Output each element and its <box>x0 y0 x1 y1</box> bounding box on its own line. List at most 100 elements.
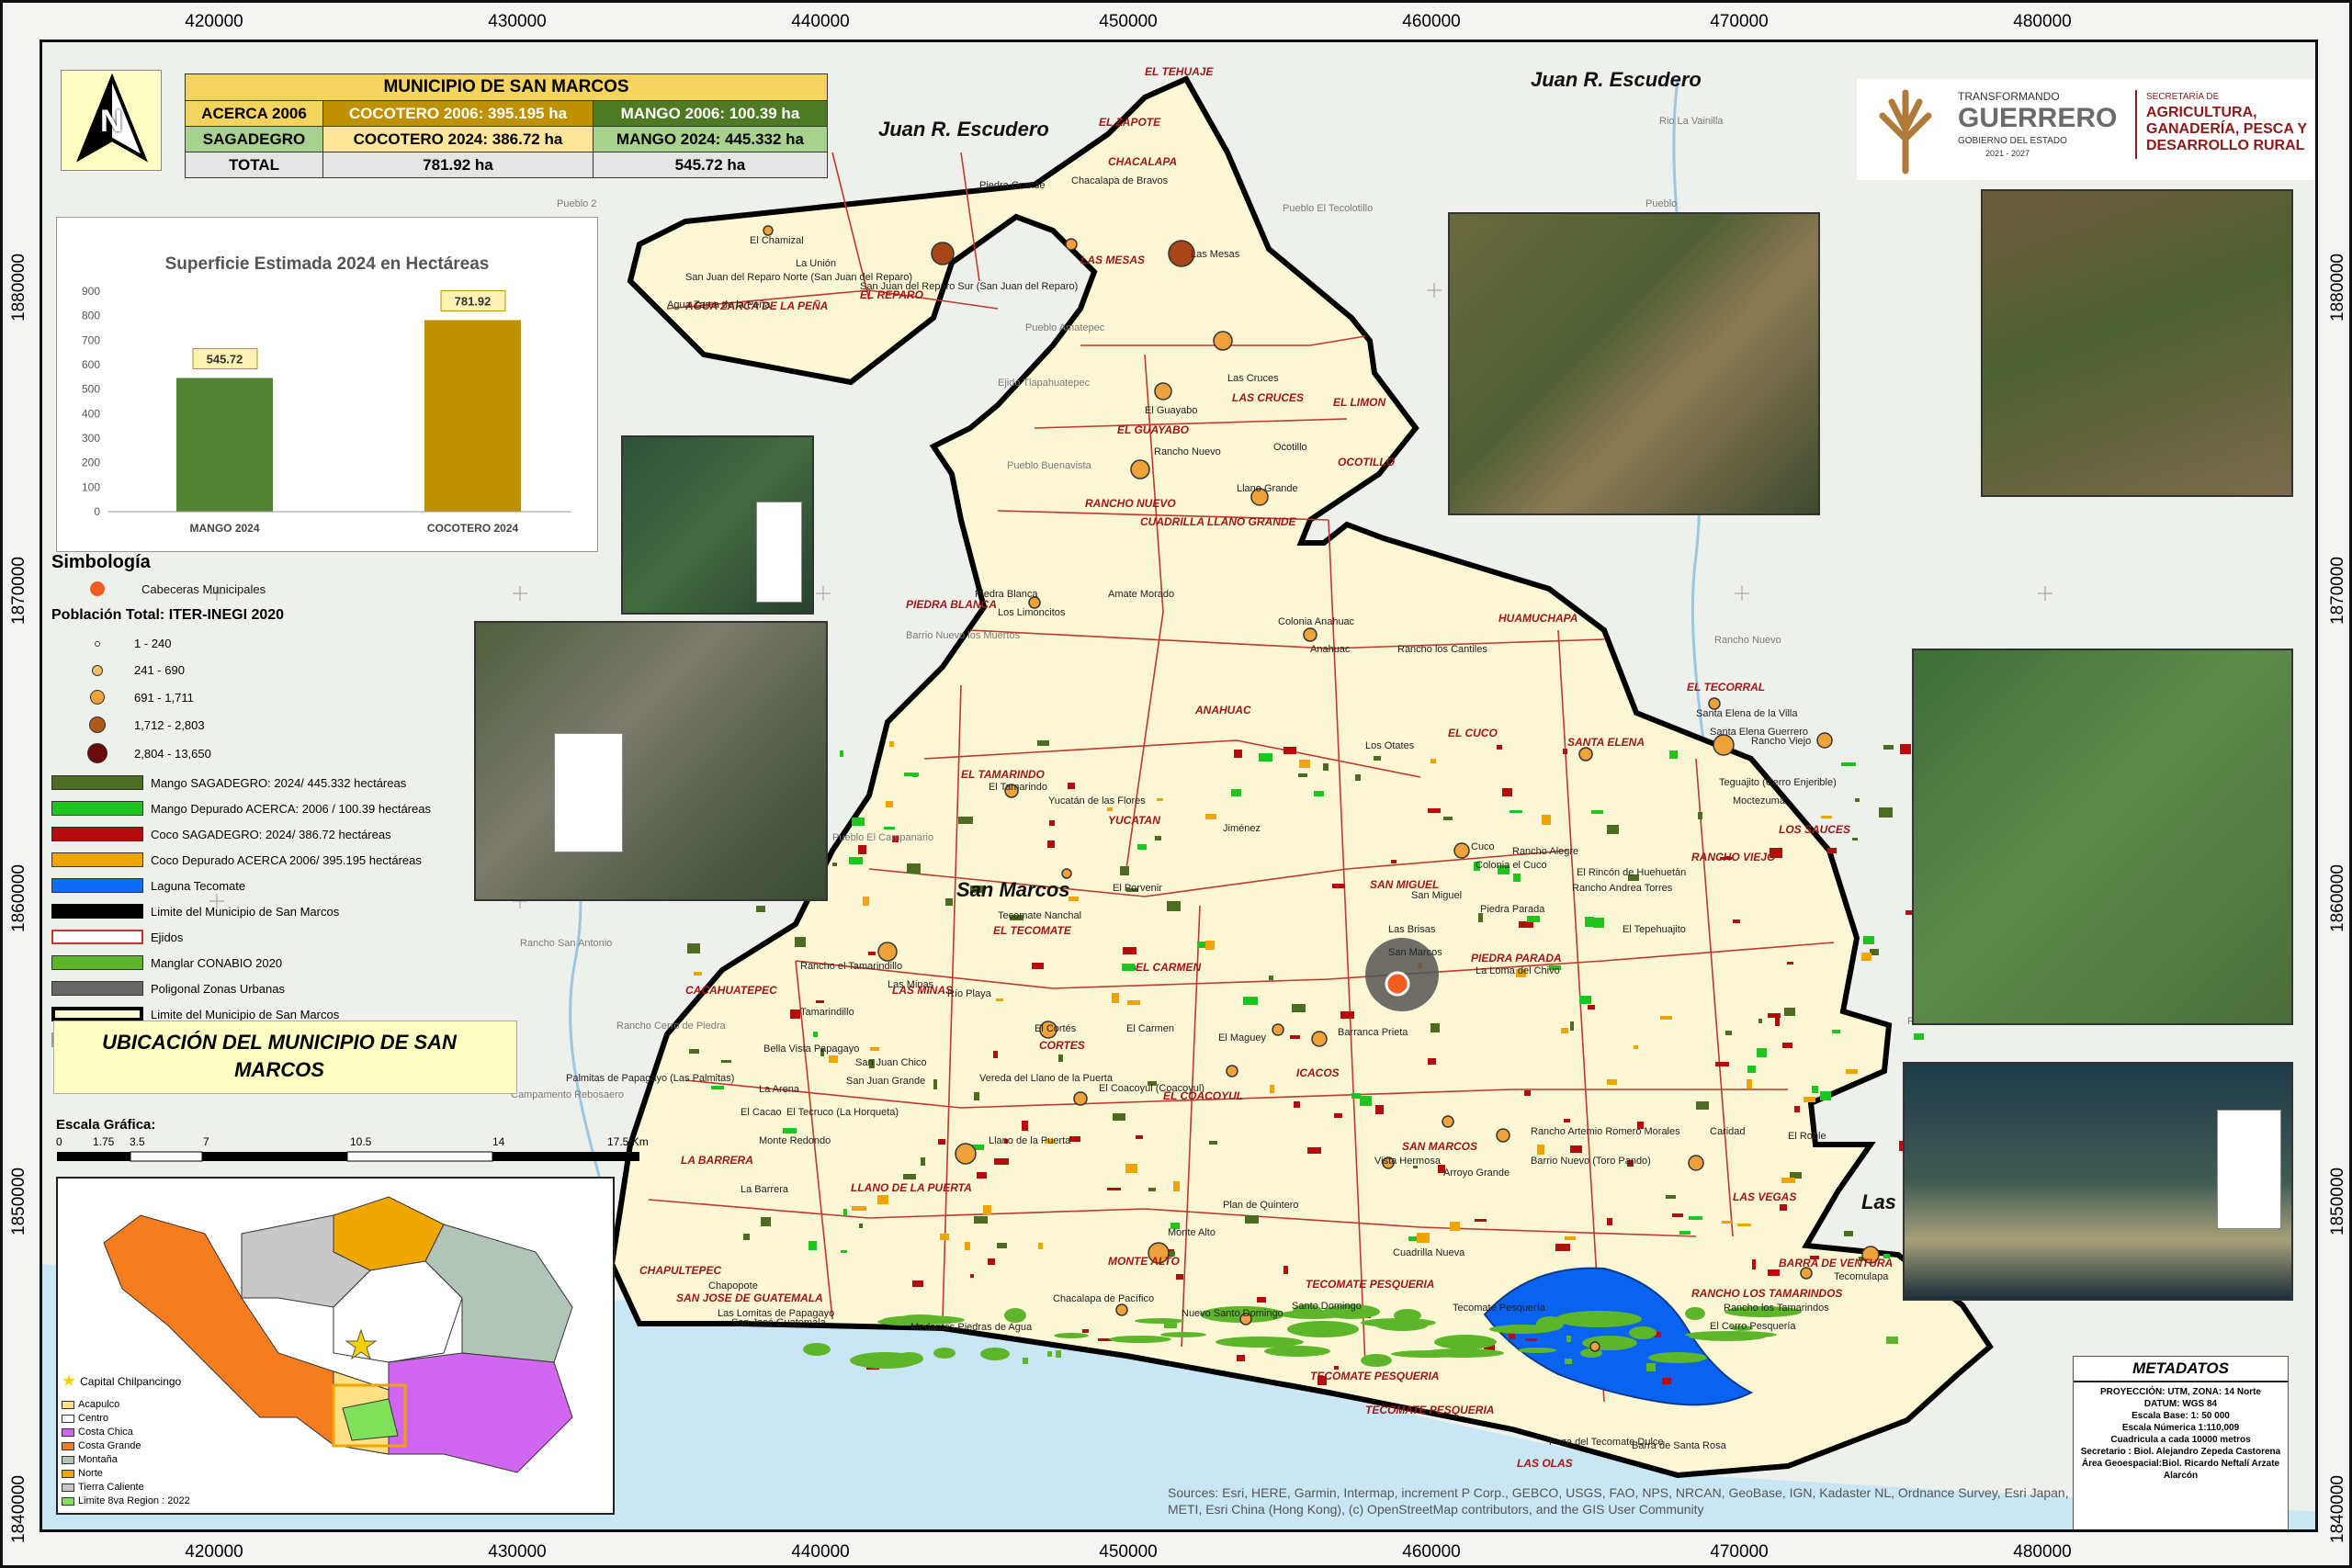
y-tick-label: 400 <box>82 407 100 420</box>
x-tick-label: 440000 <box>791 1542 850 1562</box>
legend-swatch <box>51 827 143 841</box>
ejido-label: EL LIMON <box>1333 396 1386 409</box>
legend-label: Mango Depurado ACERCA: 2006 / 100.39 hec… <box>151 801 431 816</box>
locality-marker <box>1115 1303 1128 1316</box>
metadata-line: Cuadricula a cada 10000 metros <box>2110 1435 2251 1445</box>
ejido-label: YUCATAN <box>1108 814 1160 827</box>
locality-marker <box>1272 1023 1284 1036</box>
satellite-photo-4[interactable] <box>474 621 828 901</box>
locality-label: Piedra Blanca <box>975 589 1038 600</box>
ejido-label: TECOMATE PESQUERIA <box>1310 1370 1440 1382</box>
legend-label: Cabeceras Municipales <box>141 581 266 596</box>
ejido-label: SAN JOSE DE GUATEMALA <box>676 1292 823 1304</box>
x-tick-label: 420000 <box>185 12 243 31</box>
locality-label: Los Limoncitos <box>998 607 1066 618</box>
logo-years: 2021 - 2027 <box>1985 149 2030 158</box>
locality-label: Monte Redondo <box>759 1135 831 1146</box>
locality-label: Palmitas de Papagayo (Las Palmitas) <box>566 1073 735 1084</box>
x-tick-label: 420000 <box>185 1542 243 1562</box>
basemap-place-label: Pueblo Buenavista <box>1007 460 1091 471</box>
inset-legend-label: Acapulco <box>78 1399 120 1410</box>
satellite-photo-3[interactable] <box>621 435 814 615</box>
satellite-photo-1[interactable] <box>1448 212 1820 515</box>
legend-layer-row: Manglar CONABIO 2020 <box>51 955 282 970</box>
locality-label: El Guayabo <box>1145 405 1198 416</box>
inset-legend-label: Costa Chica <box>78 1427 133 1438</box>
locality-label: El Maguey <box>1218 1032 1266 1043</box>
locality-label: Chacalapa de Bravos <box>1071 175 1169 186</box>
locality-label: Teguajito (Cerro Enjerible) <box>1719 777 1837 788</box>
las-label: Las <box>1861 1190 1896 1213</box>
legend: Simbología Cabeceras Municipales Poblaci… <box>42 552 474 1048</box>
locality-marker <box>1065 238 1078 251</box>
legend-population-row: 691 - 1,711 <box>51 690 194 705</box>
inset-legend-row: Tierra Caliente <box>62 1482 144 1493</box>
locality-label: Río Playa <box>947 988 991 999</box>
inset-legend-swatch <box>62 1455 74 1464</box>
table-row: TOTAL 781.92 ha 545.72 ha <box>185 152 829 178</box>
inset-capital-label: ★ Capital Chilpancingo <box>62 1371 181 1391</box>
satellite-photo-6[interactable] <box>1903 1062 2293 1301</box>
ejido-label: CHAPULTEPEC <box>639 1264 722 1277</box>
basemap-place-label: Pueblo El Campanario <box>832 832 934 843</box>
legend-population-row: 1 - 240 <box>51 637 171 650</box>
locality-label: El Chamizal <box>750 235 804 246</box>
legend-cabecera: Cabeceras Municipales <box>51 581 266 596</box>
y-tick-label: 1840000 <box>9 1475 28 1543</box>
ejido-label: ICACOS <box>1296 1066 1340 1079</box>
y-tick-label: 300 <box>82 432 100 445</box>
mango-cell: MANGO 2024: 445.332 ha <box>592 126 829 152</box>
basemap-place-label: Campamento Rebosaero <box>511 1089 624 1100</box>
inset-location-map[interactable]: Acapulco Centro Costa Chica Costa Grande Mon… <box>56 1177 615 1515</box>
legend-label: Mango SAGADEGRO: 2024/ 445.332 hectáreas <box>151 775 407 790</box>
legend-layer-row: Ejidos <box>51 930 183 944</box>
ejido-label: LAS OLAS <box>1517 1457 1573 1470</box>
logo-ministry-3: DESARROLLO RURAL <box>2146 138 2305 153</box>
locality-label: Vista Hermosa <box>1374 1156 1441 1167</box>
source-cell: ACERCA 2006 <box>185 100 323 127</box>
ejido-label: CACAHUATEPEC <box>685 984 777 997</box>
locality-marker <box>1130 459 1150 479</box>
ejido-label: CUADRILLA LLANO GRANDE <box>1140 515 1296 528</box>
guerrero-tree-logo-icon <box>1879 89 1932 175</box>
attribute-popup <box>554 733 623 852</box>
locality-label: La Barrera <box>741 1184 788 1195</box>
north-letter: N <box>100 104 123 139</box>
locality-label: Jiménez <box>1223 823 1261 834</box>
bar <box>424 320 521 512</box>
y-tick-label: 1880000 <box>2328 254 2347 321</box>
locality-label: Rancho Alegre <box>1512 846 1579 857</box>
logo-state: GUERRERO <box>1958 103 2118 133</box>
scale-bar-graphic <box>57 1151 639 1162</box>
locality-label: El Carmen <box>1126 1023 1174 1034</box>
locality-label: El Roble <box>1788 1131 1826 1142</box>
legend-label: 1,712 - 2,803 <box>134 717 205 732</box>
satellite-photo-2[interactable] <box>1981 189 2293 497</box>
inset-legend-swatch <box>62 1496 74 1506</box>
legend-layer-row: Poligonal Zonas Urbanas <box>51 981 285 996</box>
inset-legend-swatch <box>62 1414 74 1423</box>
scale-title: Escala Gráfica: <box>56 1117 156 1133</box>
satellite-photo-5[interactable] <box>1912 649 2293 1025</box>
locality-label: Moctezuma <box>1733 795 1785 807</box>
legend-layer-row: Mango SAGADEGRO: 2024/ 445.332 hectáreas <box>51 775 406 790</box>
x-tick-label: 480000 <box>2013 12 2072 31</box>
bar-chart: 0 100 200 300 400 500 600 700 800 900 545.72 MANGO … <box>82 285 571 535</box>
locality-label: Bella Vista Papagayo <box>763 1043 860 1055</box>
legend-layer-row: Limite del Municipio de San Marcos <box>51 904 339 919</box>
legend-population-row: 241 - 690 <box>51 663 185 677</box>
locality-label: El Tamarindo <box>989 782 1047 793</box>
source-cell: SAGADEGRO <box>185 126 323 152</box>
population-circle-icon <box>90 690 105 705</box>
ejido-label: EL TEHUAJE <box>1145 65 1214 78</box>
ejido-label: CORTES <box>1039 1039 1085 1052</box>
locality-label: Rancho Artemio Romero Morales <box>1531 1126 1680 1137</box>
inset-legend-label: Costa Grande <box>78 1440 141 1451</box>
locality-label: El Tecruco (La Horqueta) <box>786 1107 899 1118</box>
map-body[interactable]: EL TEHUAJE EL ZAPOTE CHACALAPA LAS MESAS EL … <box>40 39 2318 1532</box>
logo-secretaria: SECRETARÍA DE <box>2146 92 2220 102</box>
locality-label: Monte Alto <box>1168 1227 1216 1238</box>
legend-label: 2,804 - 13,650 <box>134 746 211 761</box>
y-tick-label: 1870000 <box>9 557 28 625</box>
locality-label: Plan de Quintero <box>1223 1200 1299 1211</box>
